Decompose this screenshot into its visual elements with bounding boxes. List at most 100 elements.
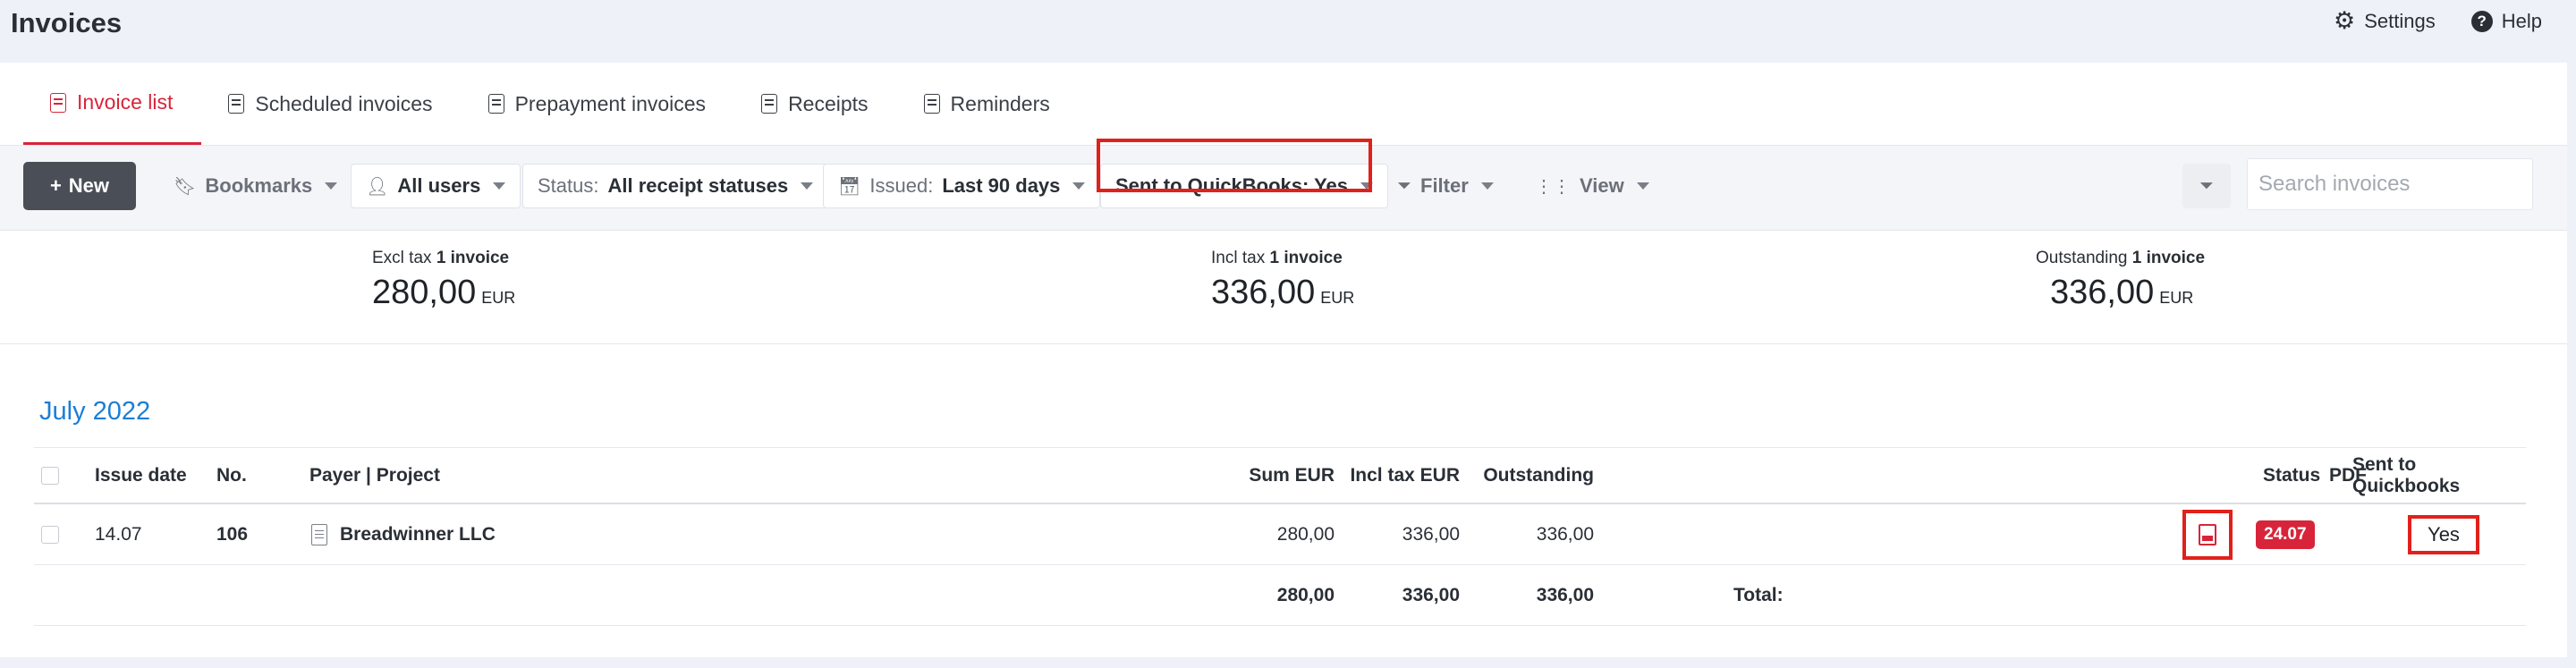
quickbooks-filter-label: Sent to QuickBooks: Yes (1115, 174, 1349, 197)
quickbooks-filter-dropdown[interactable]: Sent to QuickBooks: Yes (1100, 164, 1389, 208)
column-payer[interactable]: Payer | Project (309, 448, 440, 503)
quickbooks-status: Yes (2408, 514, 2479, 554)
summary-label: Outstanding 1 invoice (2036, 249, 2206, 267)
tab-label: Receipts (788, 91, 869, 115)
tab-prepayment-invoices[interactable]: Prepayment invoices (462, 63, 735, 145)
issued-value: Last 90 days (942, 174, 1061, 197)
search-filter-button[interactable]: ⏷ (2182, 164, 2231, 208)
status-dropdown[interactable]: Status: All receipt statuses (522, 164, 829, 208)
column-outstanding[interactable]: Outstanding (1483, 448, 1594, 503)
table-row[interactable]: 14.07 106 Breadwinner LLC 280,00 336,00 … (34, 504, 2526, 565)
tab-label: Prepayment invoices (514, 91, 707, 115)
help-button[interactable]: ? Help (2470, 9, 2542, 33)
chevron-down-icon (1072, 182, 1086, 190)
settings-button[interactable]: ⚙ Settings (2334, 9, 2436, 33)
invoices-panel: Invoice list Scheduled invoices Prepayme… (0, 63, 2567, 657)
column-incl-tax[interactable]: Incl tax EUR (1350, 448, 1460, 503)
prepayment-invoice-icon (487, 94, 504, 114)
issue-date: 14.07 (95, 523, 142, 545)
column-issue-date[interactable]: Issue date (95, 448, 187, 503)
table-total-row: Total: 280,00 336,00 336,00 (34, 565, 2526, 626)
filter-label: Filter (1420, 174, 1469, 197)
bookmark-icon: 🔖︎ (174, 176, 197, 197)
summary-value: 280,00 EUR (372, 274, 516, 311)
incl-tax-value: 336,00 (1402, 523, 1460, 545)
view-label: View (1580, 174, 1624, 197)
page-title: Invoices (11, 7, 123, 38)
view-dropdown[interactable]: ⋮⋮ View (1521, 164, 1664, 208)
tab-label: Reminders (950, 91, 1050, 115)
reminder-icon (923, 94, 940, 114)
pdf-cell (2182, 504, 2233, 564)
total-outstanding: 336,00 (1536, 584, 1594, 605)
top-bar: Invoices ⚙ Settings ? Help (0, 0, 2576, 61)
chevron-down-icon (1360, 182, 1374, 190)
status-prefix: Status: (538, 174, 599, 197)
funnel-icon: ⏷ (2199, 175, 2214, 196)
scheduled-invoice-icon (228, 94, 245, 114)
summary-label: Excl tax 1 invoice (372, 249, 510, 267)
month-group-heading: July 2022 (39, 397, 151, 426)
filter-toolbar: + New 🔖︎ Bookmarks 👤︎ All users Status: … (0, 145, 2567, 231)
summary-excl-tax: Excl tax 1 invoice 280,00 EUR (372, 249, 515, 312)
bookmarks-dropdown[interactable]: 🔖︎ Bookmarks (159, 164, 352, 208)
tab-scheduled-invoices[interactable]: Scheduled invoices (201, 63, 461, 145)
help-label: Help (2501, 9, 2542, 32)
user-icon: 👤︎ (366, 176, 389, 197)
settings-label: Settings (2364, 9, 2436, 32)
filter-dropdown[interactable]: ⏷ Filter (1383, 164, 1508, 208)
users-dropdown[interactable]: 👤︎ All users (351, 164, 521, 208)
invoice-table: Issue date No. Payer | Project Sum EUR I… (34, 447, 2526, 626)
payer-cell[interactable]: Breadwinner LLC (311, 504, 496, 564)
users-label: All users (397, 174, 481, 197)
issued-prefix: Issued: (869, 174, 934, 197)
payer-name: Breadwinner LLC (340, 523, 496, 545)
issued-dropdown[interactable]: 📅︎ Issued: Last 90 days (823, 164, 1101, 208)
total-incl-tax: 336,00 (1402, 584, 1460, 605)
new-invoice-button[interactable]: + New (23, 162, 136, 210)
sum-value: 280,00 (1276, 523, 1335, 545)
summary-value: 336,00 EUR (1211, 274, 1355, 311)
table-header: Issue date No. Payer | Project Sum EUR I… (34, 447, 2526, 504)
bookmarks-label: Bookmarks (205, 174, 313, 197)
column-no[interactable]: No. (216, 448, 247, 503)
tab-bar: Invoice list Scheduled invoices Prepayme… (23, 63, 1079, 145)
column-status[interactable]: Status (2263, 448, 2320, 503)
select-all-checkbox[interactable] (41, 448, 59, 503)
document-icon (311, 523, 327, 545)
pdf-download-button[interactable] (2182, 509, 2233, 560)
column-quickbooks[interactable]: Sent to Quickbooks (2352, 448, 2526, 503)
help-icon: ? (2470, 10, 2493, 32)
column-sum[interactable]: Sum EUR (1249, 448, 1335, 503)
chevron-down-icon (325, 182, 338, 190)
receipt-icon (761, 94, 778, 114)
summary-value: 336,00 EUR (2050, 274, 2194, 311)
chevron-down-icon (801, 182, 814, 190)
invoice-number[interactable]: 106 (216, 504, 248, 564)
pdf-icon (2199, 523, 2216, 545)
total-label: Total: (1733, 584, 1784, 605)
chevron-down-icon (1480, 182, 1494, 190)
tab-invoice-list[interactable]: Invoice list (23, 63, 202, 145)
columns-icon: ⋮⋮ (1535, 176, 1571, 197)
summary-strip: Excl tax 1 invoice 280,00 EUR Incl tax 1 … (0, 229, 2567, 344)
status-badge: 24.07 (2256, 520, 2315, 549)
summary-label: Incl tax 1 invoice (1211, 249, 1343, 267)
tab-reminders[interactable]: Reminders (897, 63, 1079, 145)
chevron-down-icon (1636, 182, 1649, 190)
summary-outstanding: Outstanding 1 invoice 336,00 EUR (2036, 249, 2205, 312)
chevron-down-icon (493, 182, 506, 190)
tab-receipts[interactable]: Receipts (734, 63, 896, 145)
new-label: New (68, 174, 110, 197)
total-sum: 280,00 (1276, 584, 1335, 605)
tab-label: Scheduled invoices (255, 91, 433, 115)
row-checkbox[interactable] (41, 504, 59, 564)
top-actions: ⚙ Settings ? Help (2334, 9, 2542, 33)
outstanding-value: 336,00 (1536, 523, 1594, 545)
tab-label: Invoice list (77, 90, 174, 114)
gear-icon: ⚙ (2334, 7, 2356, 34)
funnel-icon: ⏷ (1397, 175, 1411, 196)
calendar-icon: 📅︎ (838, 176, 861, 197)
search-input[interactable] (2247, 158, 2533, 210)
status-cell: 24.07 (2256, 504, 2315, 564)
